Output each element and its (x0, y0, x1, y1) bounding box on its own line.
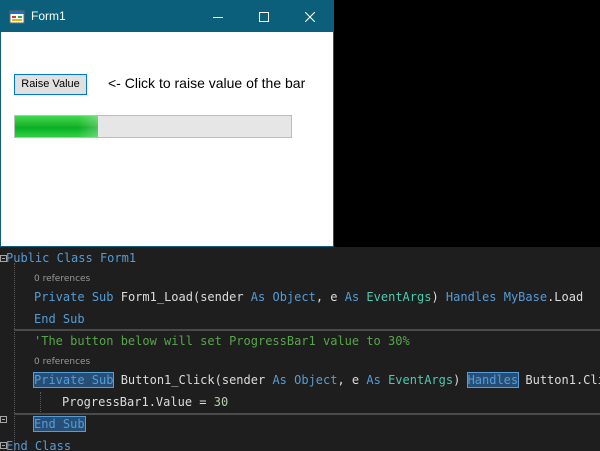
code-token: End (34, 312, 56, 326)
minimize-button[interactable] (195, 1, 241, 32)
progress-bar-fill (15, 116, 98, 137)
code-token: Form1 (99, 251, 137, 265)
code-token: ) (453, 373, 468, 387)
hint-label: <- Click to raise value of the bar (108, 75, 306, 91)
code-token: As (250, 290, 266, 304)
raise-value-button[interactable]: Raise Value (14, 74, 87, 95)
code-token: 30 (213, 395, 229, 409)
form1-window: Form1 Raise Value <- Click to raise valu… (0, 0, 334, 247)
method-separator (14, 413, 600, 415)
code-token: Private (34, 290, 85, 304)
code-line-button-click: Private Sub Button1_Click(sender As Obje… (32, 372, 600, 388)
code-token: Class (56, 251, 93, 265)
code-token: As (344, 290, 360, 304)
code-token: Object (272, 290, 316, 304)
codelens-references[interactable]: 0 references (34, 274, 600, 284)
code-token: EventArgs (388, 373, 454, 387)
code-token: Object (294, 373, 338, 387)
code-line-end-sub-2: End Sub (33, 416, 600, 432)
code-line-form-load: Private Sub Form1_Load(sender As Object,… (34, 290, 600, 304)
form-app-icon (9, 9, 25, 25)
indent-guide (14, 263, 15, 451)
code-token: , e (315, 290, 345, 304)
collapse-sub-icon[interactable] (0, 416, 7, 423)
code-token: ProgressBar1.Value = (62, 395, 214, 409)
code-token: End (6, 439, 28, 451)
code-line-class: Public Class Form1 (6, 251, 600, 265)
code-token: Handles (445, 290, 497, 304)
code-token: Sub (91, 290, 114, 304)
progress-bar (14, 115, 292, 138)
code-comment: 'The button below will set ProgressBar1 … (34, 334, 410, 348)
code-line-end-sub: End Sub (34, 312, 600, 326)
maximize-icon (259, 11, 269, 22)
code-editor[interactable]: Public Class Form1 0 references Private … (0, 247, 600, 451)
close-icon (305, 11, 315, 22)
close-button[interactable] (287, 1, 333, 32)
window-title: Form1 (31, 9, 66, 23)
code-token: EventArgs (366, 290, 432, 304)
minimize-icon (213, 16, 223, 18)
maximize-button[interactable] (241, 1, 287, 32)
title-bar[interactable]: Form1 (1, 1, 333, 32)
indent-guide (40, 392, 41, 414)
code-token: Sub (62, 312, 85, 326)
codelens-references[interactable]: 0 references (34, 357, 600, 367)
code-token: MyBase (503, 290, 548, 304)
code-token: ) (431, 290, 446, 304)
code-token: Form1_Load(sender (120, 290, 251, 304)
code-token: Button1.Click (525, 373, 600, 387)
code-token: As (272, 373, 287, 387)
code-token: Public (6, 251, 50, 265)
code-token: Private Sub (32, 372, 115, 388)
code-token: Handles (466, 372, 520, 388)
code-token: .Load (547, 290, 584, 304)
code-token: End Sub (33, 416, 86, 432)
code-token: Class (34, 439, 72, 451)
code-token: , e (337, 373, 367, 387)
code-line-end-class: End Class (6, 439, 600, 451)
code-token: As (366, 373, 381, 387)
method-separator (14, 329, 600, 331)
code-token: Button1_Click(sender (113, 373, 273, 387)
code-line-progress-assign: ProgressBar1.Value = 30 (62, 395, 600, 409)
